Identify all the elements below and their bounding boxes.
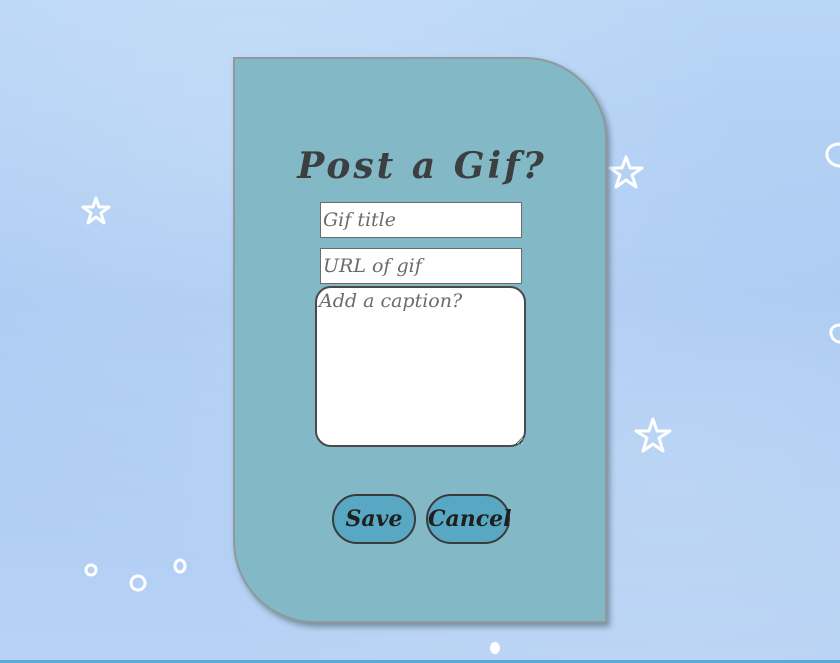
circle-doodle-icon bbox=[84, 563, 98, 577]
gif-title-input[interactable] bbox=[320, 202, 522, 238]
dot-doodle-icon bbox=[490, 642, 500, 654]
caption-textarea[interactable] bbox=[315, 286, 526, 447]
form-title: Post a Gif? bbox=[297, 145, 547, 187]
save-button[interactable]: Save bbox=[332, 494, 416, 544]
star-doodle-icon bbox=[81, 196, 111, 225]
partial-circle-doodle-icon bbox=[829, 323, 840, 344]
star-doodle-icon bbox=[634, 417, 672, 453]
gif-url-input[interactable] bbox=[320, 248, 522, 284]
star-doodle-icon bbox=[608, 155, 644, 189]
post-gif-form-card: Post a Gif? Save Cancel bbox=[233, 57, 607, 623]
circle-doodle-icon bbox=[173, 558, 187, 574]
circle-doodle-icon bbox=[129, 574, 147, 592]
partial-circle-doodle-icon bbox=[825, 142, 840, 168]
cancel-button[interactable]: Cancel bbox=[426, 494, 512, 544]
